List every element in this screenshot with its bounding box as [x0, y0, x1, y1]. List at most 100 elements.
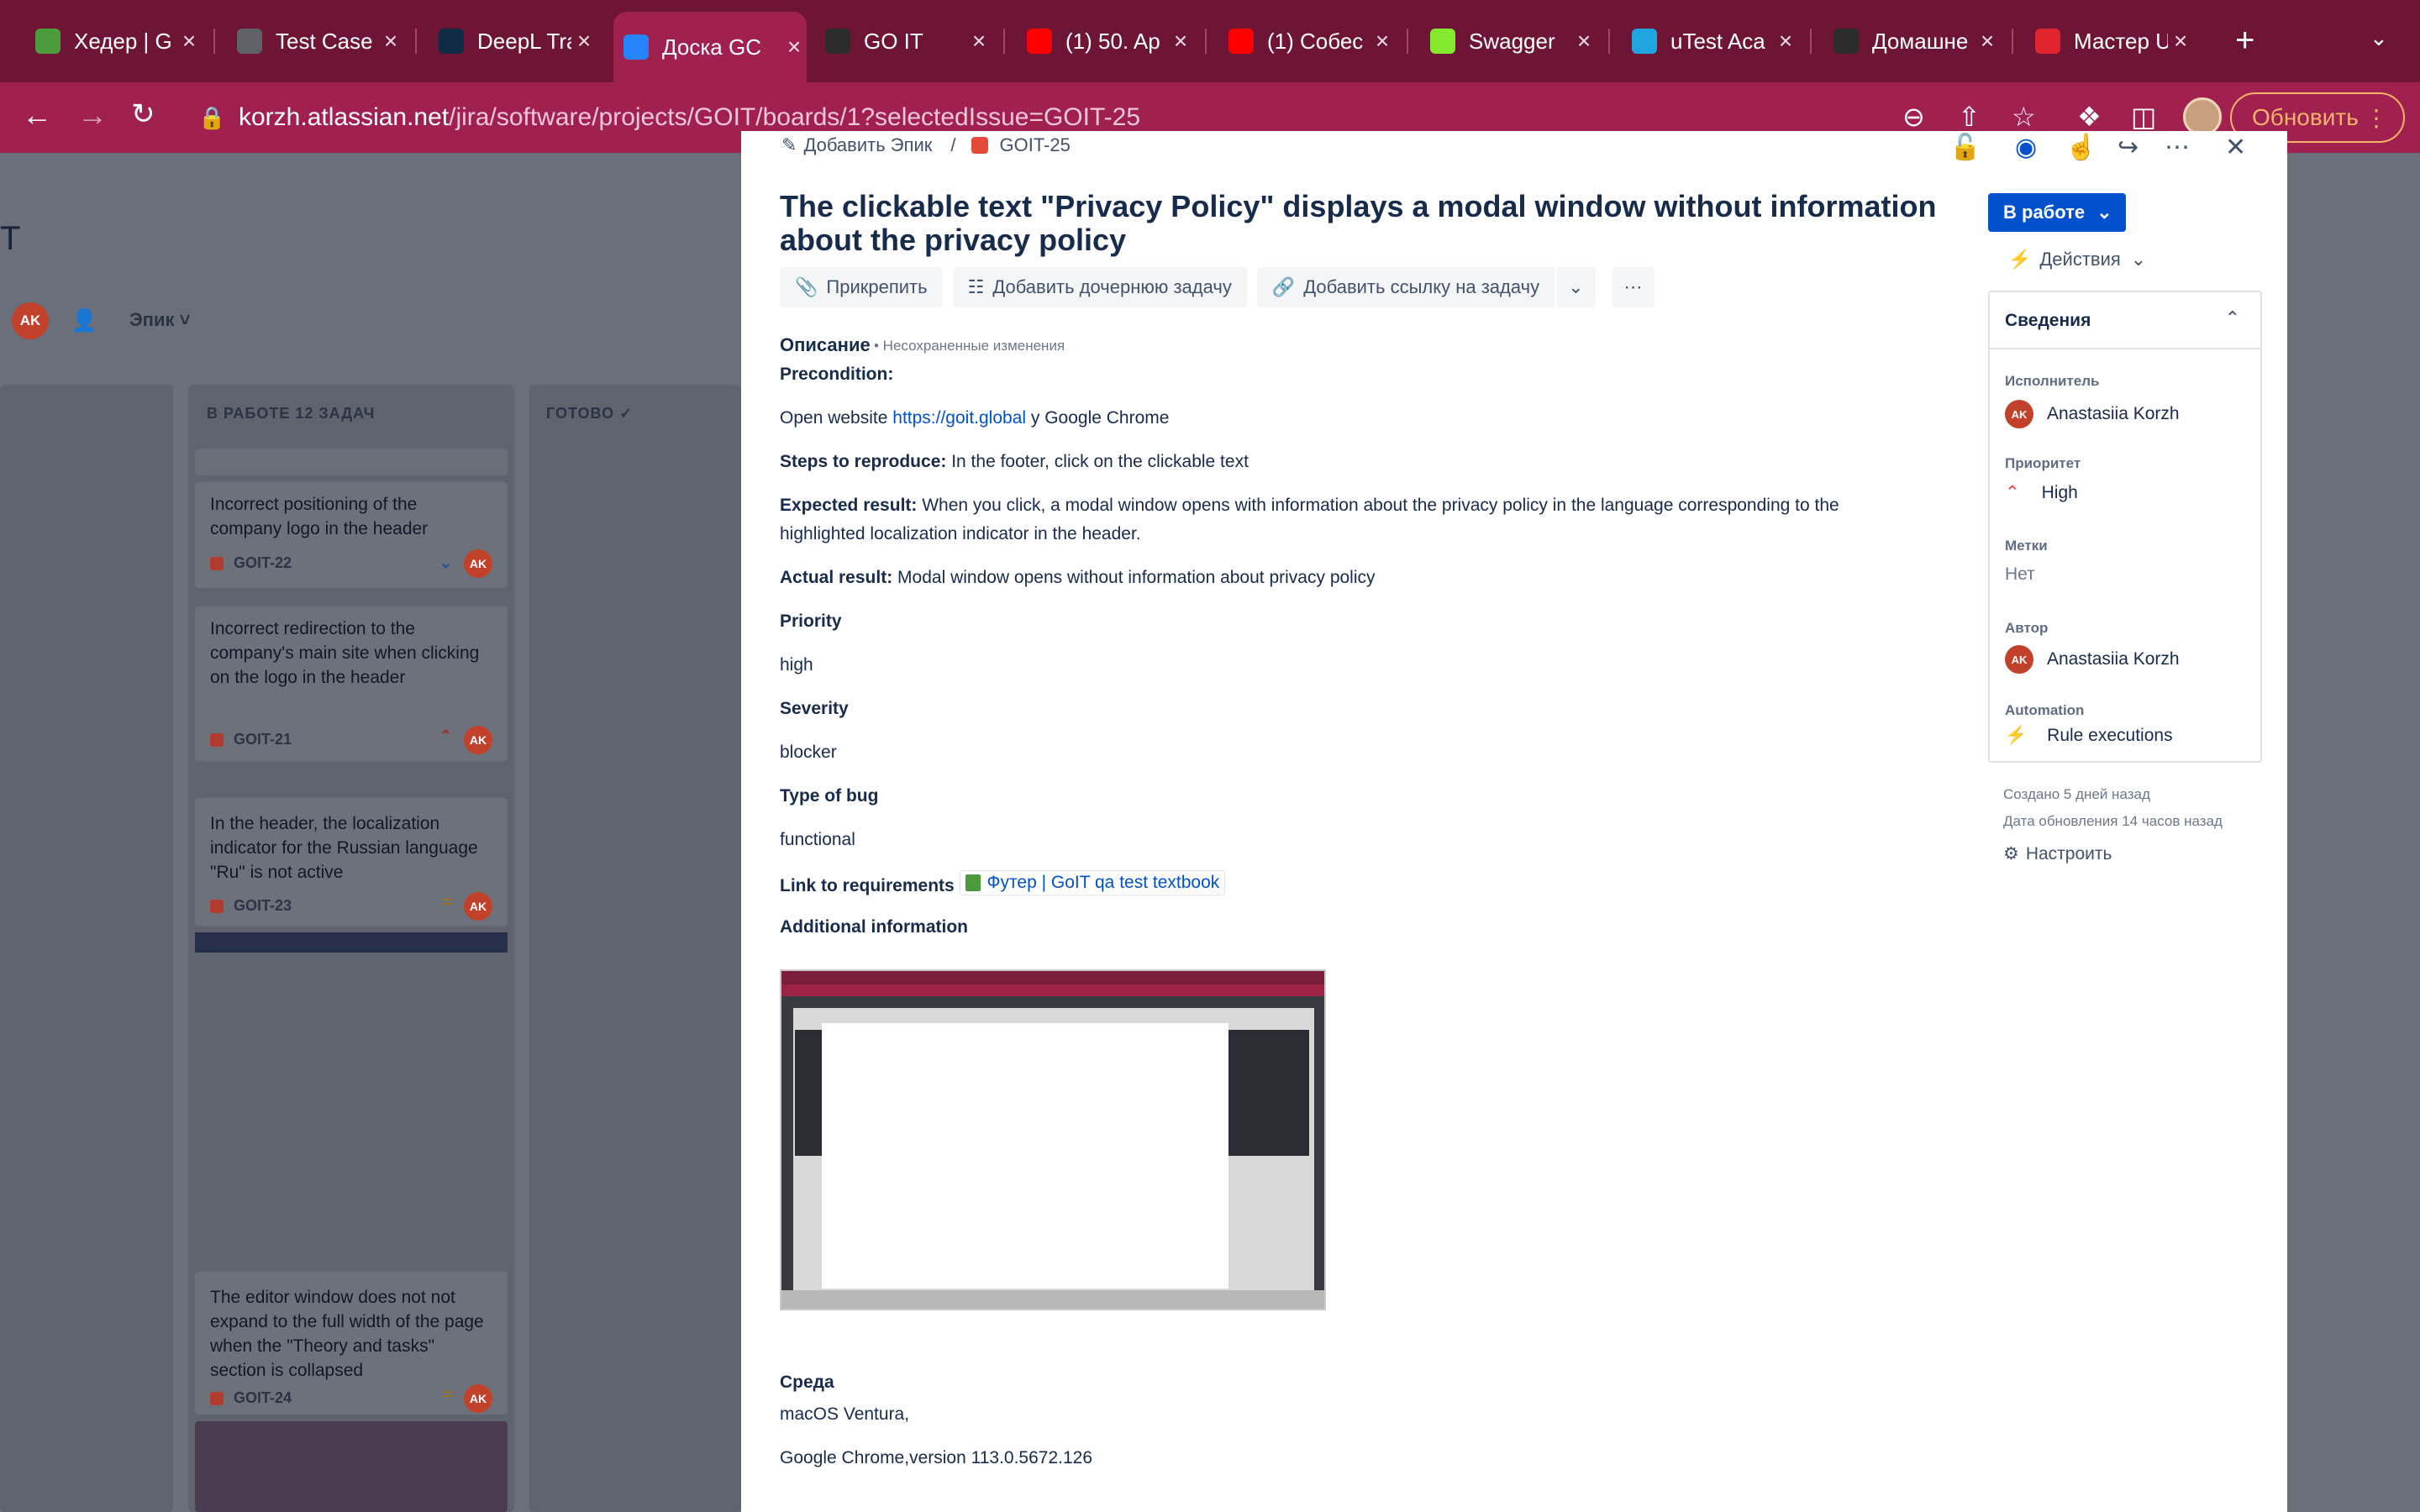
- description-label: Описание: [780, 334, 871, 355]
- tab-close-icon[interactable]: ×: [176, 28, 202, 55]
- additional-info-heading: Additional information: [780, 917, 968, 937]
- zoom-out-icon[interactable]: ⊖: [1902, 101, 1925, 133]
- tab-close-icon[interactable]: ×: [966, 28, 992, 55]
- card-goit-22[interactable]: Incorrect positioning of the company log…: [195, 482, 508, 588]
- lock-icon[interactable]: 🔓: [1949, 133, 1981, 162]
- automation-field[interactable]: ⚡ Rule executions: [2005, 726, 2173, 746]
- browser-tab[interactable]: DeepL Tra ×: [429, 12, 597, 71]
- actions-dropdown[interactable]: ⚡ Действия ⌄: [2008, 249, 2146, 270]
- browser-tab[interactable]: Хедер | G ×: [25, 12, 202, 71]
- card-goit-21[interactable]: Incorrect redirection to the company's m…: [195, 606, 508, 761]
- browser-tab[interactable]: (1) Собес ×: [1218, 12, 1395, 71]
- tab-close-icon[interactable]: ×: [1168, 28, 1193, 55]
- card-key: GOIT-23: [210, 897, 292, 915]
- card-goit-23[interactable]: In the header, the localization indicato…: [195, 798, 508, 926]
- share-icon[interactable]: ⇧: [1958, 101, 1981, 133]
- share-icon[interactable]: ↪: [2118, 133, 2139, 162]
- issue-title[interactable]: The clickable text "Privacy Policy" disp…: [780, 190, 1956, 257]
- browser-tab[interactable]: Домашне ×: [1823, 12, 2000, 71]
- priority-highest-icon: ⌃: [439, 727, 452, 744]
- author-field[interactable]: AK Anastasiia Korzh: [2005, 645, 2180, 674]
- browser-tab[interactable]: GO IT ×: [815, 12, 992, 71]
- requirements-line: Link to requirements Футер | GoIT qa tes…: [780, 870, 1226, 896]
- tab-close-icon[interactable]: ×: [1571, 28, 1597, 55]
- forward-arrow-icon[interactable]: →: [77, 97, 108, 133]
- tab-title: DeepL Tra: [477, 28, 571, 54]
- browser-tab[interactable]: (1) 50. Ap ×: [1017, 12, 1193, 71]
- child-issue-icon: ☷: [967, 276, 985, 297]
- details-header[interactable]: Сведения ⌃: [1990, 292, 2260, 349]
- link-issue-dropdown[interactable]: ⌄: [1555, 267, 1596, 307]
- green-book-icon: [35, 29, 60, 54]
- goit-link[interactable]: https://goit.global: [892, 408, 1026, 428]
- add-child-issue-button[interactable]: ☷ Добавить дочернюю задачу: [952, 267, 1247, 307]
- tab-close-icon[interactable]: ×: [2168, 28, 2193, 55]
- url-host: korzh.atlassian.net: [239, 103, 450, 131]
- expected-line-continued: highlighted localization indicator in th…: [780, 524, 1141, 543]
- browser-tab[interactable]: Мастер U ×: [2025, 12, 2193, 71]
- issue-toolbar: 📎 Прикрепить ☷ Добавить дочернюю задачу 🔗 Д…: [780, 267, 1665, 307]
- labels-label: Метки: [2005, 538, 2048, 554]
- card-screenshot-attachment[interactable]: [195, 932, 508, 1272]
- labels-field[interactable]: Нет: [2005, 564, 2035, 585]
- side-panel-icon[interactable]: ◫: [2131, 101, 2156, 133]
- gear-icon: ⚙: [2003, 844, 2019, 864]
- open-website-line: Open website https://goit.global у Googl…: [780, 408, 1170, 428]
- epic-filter-label: Эпик: [129, 309, 175, 330]
- browser-tab[interactable]: uTest Aca ×: [1622, 12, 1798, 71]
- tab-title: Мастер U: [2074, 28, 2168, 54]
- tab-close-icon[interactable]: ×: [1773, 28, 1798, 55]
- tab-search-chevron-icon[interactable]: ⌄: [2370, 25, 2388, 51]
- priority-field[interactable]: ⌃ High: [2005, 482, 2078, 503]
- tab-close-icon[interactable]: ×: [571, 28, 597, 55]
- bookmark-star-icon[interactable]: ☆: [2012, 101, 2036, 133]
- assignee-avatar[interactable]: AK: [464, 892, 492, 921]
- deepl-icon: [439, 29, 464, 54]
- status-dropdown[interactable]: В работе ⌄: [1988, 193, 2126, 232]
- close-icon[interactable]: ✕: [2225, 133, 2246, 162]
- tab-title: (1) 50. Ap: [1065, 28, 1160, 54]
- kebab-menu-icon[interactable]: ⋮: [2365, 104, 2388, 132]
- tab-title: Test Case: [276, 28, 373, 54]
- card-summary: Incorrect positioning of the company log…: [210, 495, 429, 538]
- card-summary: Incorrect redirection to the company's m…: [210, 619, 480, 687]
- issue-key-link[interactable]: GOIT-25: [1000, 134, 1071, 156]
- more-actions-icon[interactable]: ⋯: [2165, 133, 2190, 162]
- card-goit-24[interactable]: The editor window does not not expand to…: [195, 1272, 508, 1415]
- link-icon: 🔗: [1271, 276, 1296, 297]
- back-arrow-icon[interactable]: ←: [22, 97, 52, 133]
- assignee-avatar[interactable]: AK: [464, 726, 492, 754]
- watch-eye-icon[interactable]: ◉: [2015, 133, 2037, 162]
- browser-tab[interactable]: Доска GC ×: [613, 12, 807, 82]
- epic-filter-dropdown[interactable]: Эпик ˅: [129, 309, 190, 331]
- priority-heading: Priority: [780, 612, 842, 631]
- extensions-puzzle-icon[interactable]: ❖: [2077, 101, 2102, 133]
- more-toolbar-button[interactable]: ⋯: [1612, 267, 1655, 307]
- tab-close-icon[interactable]: ×: [1975, 28, 2000, 55]
- tab-close-icon[interactable]: ×: [781, 34, 807, 60]
- tab-separator: [1608, 29, 1610, 54]
- tab-close-icon[interactable]: ×: [1370, 28, 1395, 55]
- browser-tab[interactable]: Test Case ×: [227, 12, 403, 71]
- assignee-avatar[interactable]: AK: [464, 1384, 492, 1413]
- screenshot-attachment[interactable]: [780, 969, 1326, 1310]
- browser-tab[interactable]: Swagger ×: [1420, 12, 1597, 71]
- new-tab-button[interactable]: +: [2235, 22, 2254, 60]
- reload-icon[interactable]: ↻: [131, 97, 155, 131]
- assignee-avatar[interactable]: AK: [464, 549, 492, 578]
- requirements-smart-link[interactable]: Футер | GoIT qa test textbook: [959, 870, 1226, 895]
- goit-icon: [1833, 29, 1859, 54]
- attach-button[interactable]: 📎 Прикрепить: [780, 267, 943, 307]
- filter-avatar[interactable]: AK: [12, 302, 49, 339]
- updated-date: Дата обновления 14 часов назад: [2003, 813, 2223, 829]
- card-partial-top[interactable]: [195, 449, 508, 475]
- add-people-icon[interactable]: 👤: [71, 307, 97, 333]
- assignee-field[interactable]: AK Anastasiia Korzh: [2005, 400, 2180, 428]
- card-partial-bottom[interactable]: [195, 1421, 508, 1512]
- configure-button[interactable]: ⚙ Настроить: [2003, 843, 2112, 864]
- tab-close-icon[interactable]: ×: [378, 28, 403, 55]
- add-epic-link[interactable]: Добавить Эпик: [803, 134, 932, 156]
- link-issue-button[interactable]: 🔗 Добавить ссылку на задачу: [1256, 267, 1555, 307]
- tab-separator: [415, 29, 417, 54]
- like-thumb-icon[interactable]: ☝: [2065, 133, 2096, 162]
